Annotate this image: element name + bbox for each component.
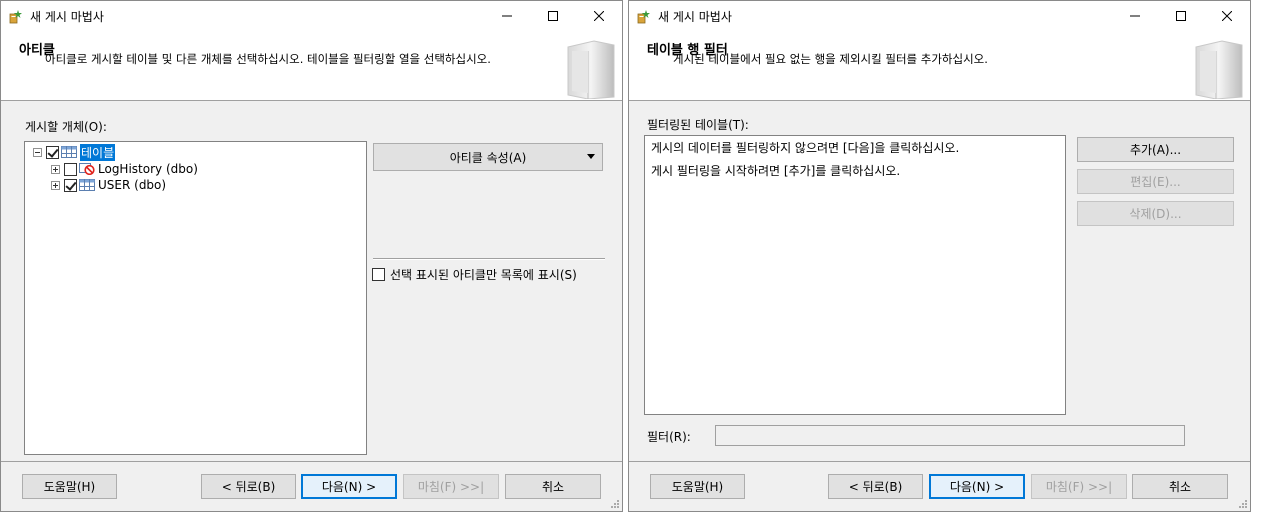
wizard-header: 아티클 아티클로 게시할 테이블 및 다른 개체를 선택하십시오. 테이블을 필… (1, 31, 622, 101)
tables-checkbox[interactable] (46, 145, 59, 159)
wizard-book-icon (1195, 40, 1243, 99)
wizard-footer: 도움말(H) < 뒤로(B) 다음(N) > 마침(F) >>| 취소 (629, 461, 1250, 511)
show-checked-only-box[interactable] (372, 268, 385, 281)
maximize-icon (1176, 11, 1186, 21)
dropdown-arrow-icon (587, 154, 595, 159)
minimize-button[interactable] (1112, 1, 1158, 31)
help-label: 도움말(H) (671, 480, 724, 494)
help-button[interactable]: 도움말(H) (650, 474, 745, 499)
filtered-tables-label: 필터링된 테이블(T): (647, 118, 749, 132)
next-label: 다음(N) > (949, 480, 1005, 494)
divider (373, 258, 605, 260)
back-label: < 뒤로(B) (221, 480, 276, 494)
wizard-footer: 도움말(H) < 뒤로(B) 다음(N) > 마침(F) >>| 취소 (1, 461, 622, 511)
wizard-window-articles: 새 게시 마법사 아티클 아티클로 게시할 테이블 및 다른 개체를 선택하십시… (0, 0, 623, 512)
expand-icon[interactable] (51, 180, 60, 190)
cancel-label: 취소 (1168, 480, 1192, 494)
title-bar[interactable]: 새 게시 마법사 (629, 1, 1250, 31)
objects-label: 게시할 개체(O): (25, 120, 107, 134)
resize-grip-icon[interactable] (610, 499, 620, 509)
tree-node-loghistory[interactable]: LogHistory (dbo) (51, 161, 198, 177)
list-item: 게시의 데이터를 필터링하지 않으려면 [다음]을 클릭하십시오. (651, 141, 960, 155)
cancel-button[interactable]: 취소 (505, 474, 601, 499)
wizard-window-row-filter: 새 게시 마법사 테이블 행 필터 게시된 테이블에서 필요 없는 행을 제외시… (628, 0, 1251, 512)
show-checked-only-label: 선택 표시된 아티클만 목록에 표시(S) (390, 268, 577, 282)
close-icon (594, 11, 604, 21)
user-checkbox[interactable] (64, 178, 77, 192)
filter-label: 필터(R): (647, 430, 691, 444)
finish-button[interactable]: 마침(F) >>| (403, 474, 499, 499)
cancel-button[interactable]: 취소 (1132, 474, 1228, 499)
next-button[interactable]: 다음(N) > (929, 474, 1025, 499)
finish-label: 마침(F) >>| (1045, 480, 1113, 494)
help-button[interactable]: 도움말(H) (22, 474, 117, 499)
edit-filter-button[interactable]: 편집(E)... (1077, 169, 1234, 194)
tree-label: USER (dbo) (98, 178, 167, 192)
minimize-button[interactable] (484, 1, 530, 31)
objects-tree[interactable]: 테이블 LogHistory (dbo) USER (dbo) (24, 141, 367, 455)
minimize-icon (502, 15, 512, 17)
wizard-book-icon (567, 40, 615, 99)
help-label: 도움말(H) (43, 480, 96, 494)
close-button[interactable] (1204, 1, 1250, 31)
finish-label: 마침(F) >>| (417, 480, 485, 494)
table-icon (79, 179, 95, 191)
next-button[interactable]: 다음(N) > (301, 474, 397, 499)
tree-label: LogHistory (dbo) (98, 162, 198, 176)
maximize-button[interactable] (1158, 1, 1204, 31)
back-button[interactable]: < 뒤로(B) (828, 474, 923, 499)
wizard-header: 테이블 행 필터 게시된 테이블에서 필요 없는 행을 제외시킬 필터를 추가하… (629, 31, 1250, 101)
page-description: 아티클로 게시할 테이블 및 다른 개체를 선택하십시오. 테이블을 필터링할 … (45, 52, 491, 66)
add-filter-button[interactable]: 추가(A)... (1077, 137, 1234, 162)
excluded-table-icon (79, 163, 95, 175)
back-button[interactable]: < 뒤로(B) (201, 474, 296, 499)
tree-label: 테이블 (78, 142, 117, 162)
finish-button[interactable]: 마침(F) >>| (1031, 474, 1127, 499)
window-title: 새 게시 마법사 (30, 10, 104, 24)
maximize-icon (548, 11, 558, 21)
tree-node-tables[interactable]: 테이블 (33, 142, 117, 162)
window-title: 새 게시 마법사 (658, 10, 732, 24)
delete-label: 삭제(D)... (1129, 207, 1182, 221)
edit-label: 편집(E)... (1130, 175, 1181, 189)
expand-icon[interactable] (51, 164, 60, 174)
article-properties-button[interactable]: 아티클 속성(A) (373, 143, 603, 171)
next-label: 다음(N) > (321, 480, 377, 494)
article-properties-label: 아티클 속성(A) (449, 150, 527, 165)
wizard-app-icon (9, 10, 22, 24)
filtered-tables-list[interactable]: 게시의 데이터를 필터링하지 않으려면 [다음]을 클릭하십시오. 게시 필터링… (644, 135, 1066, 415)
minimize-icon (1130, 15, 1140, 17)
back-label: < 뒤로(B) (848, 480, 903, 494)
title-bar[interactable]: 새 게시 마법사 (1, 1, 622, 31)
resize-grip-icon[interactable] (1238, 499, 1248, 509)
filter-text-field[interactable] (715, 425, 1185, 446)
page-description: 게시된 테이블에서 필요 없는 행을 제외시킬 필터를 추가하십시오. (673, 52, 988, 66)
table-icon (61, 146, 77, 158)
loghistory-checkbox[interactable] (64, 162, 77, 176)
show-checked-only-checkbox[interactable]: 선택 표시된 아티클만 목록에 표시(S) (372, 266, 577, 283)
close-button[interactable] (576, 1, 622, 31)
cancel-label: 취소 (541, 480, 565, 494)
collapse-icon[interactable] (33, 147, 42, 157)
wizard-app-icon (637, 10, 650, 24)
add-label: 추가(A)... (1129, 143, 1182, 157)
delete-filter-button[interactable]: 삭제(D)... (1077, 201, 1234, 226)
close-icon (1222, 11, 1232, 21)
maximize-button[interactable] (530, 1, 576, 31)
list-item: 게시 필터링을 시작하려면 [추가]를 클릭하십시오. (651, 164, 901, 178)
tree-node-user[interactable]: USER (dbo) (51, 177, 166, 193)
